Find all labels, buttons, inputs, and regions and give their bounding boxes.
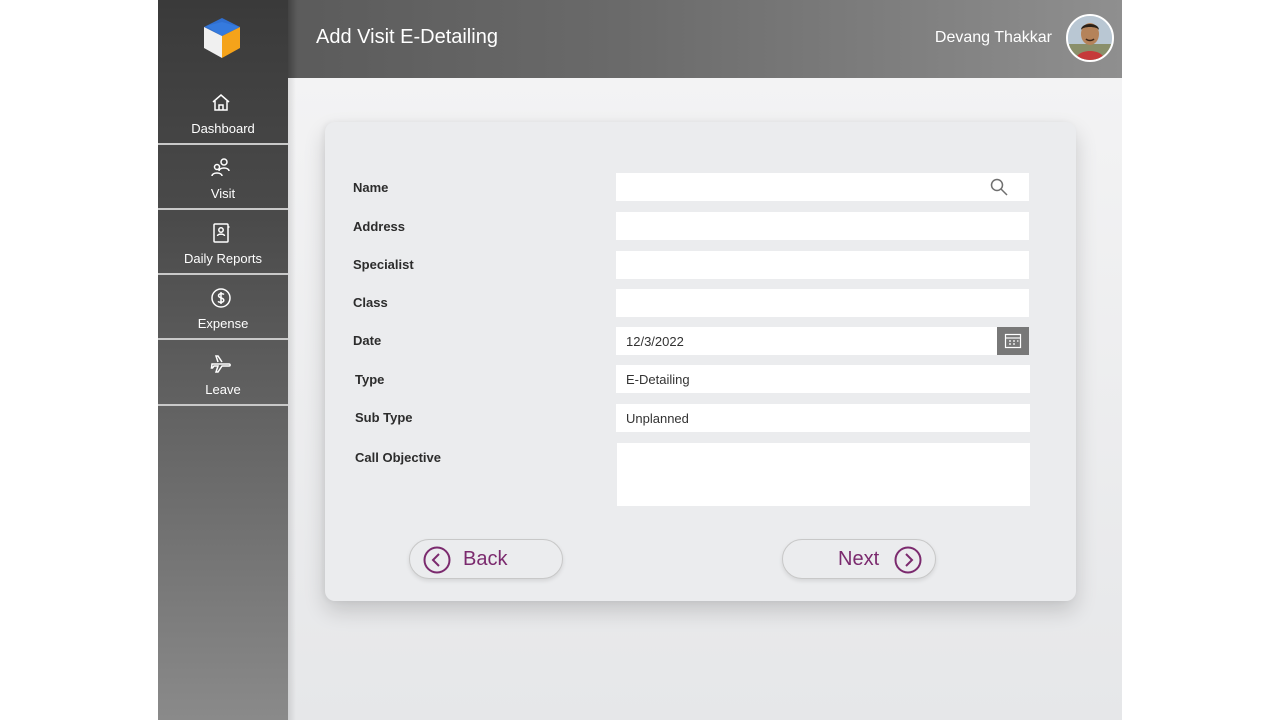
sidebar-item-dashboard[interactable]: Dashboard [158,80,288,145]
sidebar-item-visit[interactable]: Visit [158,145,288,210]
page-title: Add Visit E-Detailing [316,26,498,48]
name-field[interactable] [616,173,1029,201]
sidebar: Dashboard Visit Daily Reports Expense Le… [158,0,288,720]
sidebar-item-label: Dashboard [191,121,255,136]
sidebar-item-expense[interactable]: Expense [158,275,288,340]
top-bar: Add Visit E-Detailing Devang Thakkar [288,0,1122,78]
date-field[interactable] [616,327,997,355]
specialist-field[interactable] [616,251,1029,279]
date-label: Date [353,333,382,348]
specialist-label: Specialist [353,257,414,272]
home-icon [209,91,233,115]
sub-type-field[interactable] [616,404,1030,432]
app-logo [198,14,246,62]
type-field[interactable] [616,365,1030,393]
address-field[interactable] [616,212,1029,240]
users-icon [209,156,233,180]
type-label: Type [355,372,385,387]
chevron-left-circle-icon [423,546,451,574]
back-button-label: Back [463,548,508,570]
chevron-right-circle-icon [894,546,922,574]
name-label: Name [353,180,389,195]
back-button[interactable]: Back [409,539,563,579]
sidebar-item-label: Daily Reports [183,251,263,266]
call-objective-label: Call Objective [355,450,441,465]
sub-type-label: Sub Type [355,410,413,425]
sidebar-item-label: Visit [210,186,236,201]
calendar-icon [1004,332,1022,350]
visit-form-card: Name Address Specialist Class Date Type … [325,122,1076,601]
sidebar-shadow [288,0,296,720]
sidebar-item-daily-reports[interactable]: Daily Reports [158,210,288,275]
class-field[interactable] [616,289,1029,317]
avatar[interactable] [1066,14,1114,62]
sidebar-item-label: Leave [205,382,241,397]
class-label: Class [353,295,388,310]
app-window: Dashboard Visit Daily Reports Expense Le… [158,0,1122,720]
sidebar-item-label: Expense [197,316,249,331]
call-objective-field[interactable] [617,443,1030,506]
user-name: Devang Thakkar [934,29,1052,46]
address-label: Address [353,219,406,234]
sidebar-item-leave[interactable]: Leave [158,341,288,406]
search-icon[interactable] [989,177,1009,197]
next-button[interactable]: Next [782,539,936,579]
dollar-icon [209,286,233,310]
airplane-icon [209,352,233,376]
date-picker-button[interactable] [997,327,1029,355]
next-button-label: Next [838,548,880,570]
report-book-icon [209,221,233,245]
